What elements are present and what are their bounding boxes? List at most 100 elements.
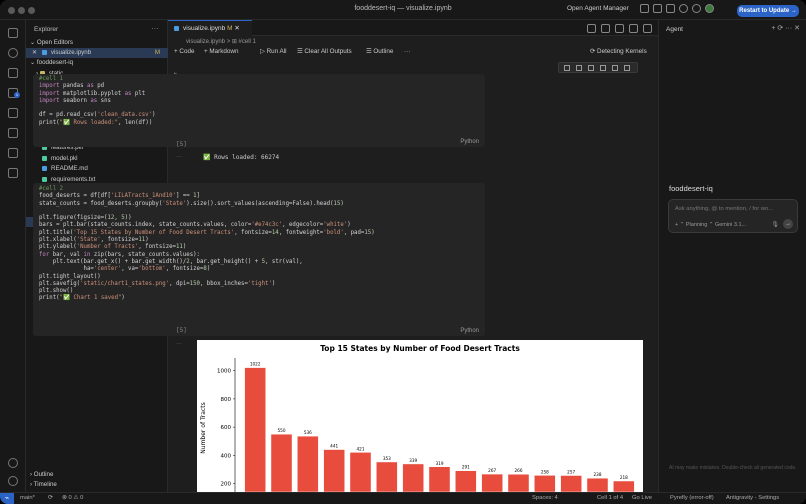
notification-badge: 1 bbox=[14, 92, 20, 98]
bar bbox=[270, 433, 293, 492]
layout-toggles bbox=[640, 4, 714, 13]
agent-disclaimer: AI may make mistakes. Double-check all g… bbox=[669, 465, 797, 471]
account-icon[interactable] bbox=[8, 168, 18, 178]
search-icon[interactable] bbox=[679, 4, 688, 13]
bar-value-label: 550 bbox=[278, 428, 286, 433]
bar bbox=[297, 435, 319, 492]
bar-value-label: 257 bbox=[567, 469, 575, 474]
code-cell-1[interactable]: #cell 1 import pandas as pd import matpl… bbox=[33, 74, 485, 147]
output-more-icon[interactable]: ··· bbox=[176, 341, 182, 347]
run-by-line-icon[interactable] bbox=[564, 65, 570, 71]
toggle-sidebar-icon[interactable] bbox=[640, 4, 649, 13]
forward-arrow-icon[interactable] bbox=[629, 24, 638, 33]
y-tick-label: 200 bbox=[221, 482, 232, 488]
clear-outputs-button[interactable]: ☰ Clear All Outputs bbox=[297, 48, 352, 55]
notebook-toolbar: + Code + Markdown ▷ Run All ☰ Clear All … bbox=[168, 47, 658, 59]
toggle-panel-icon[interactable] bbox=[653, 4, 662, 13]
cell-toolbar bbox=[558, 62, 638, 73]
bar bbox=[349, 452, 372, 492]
more-toolbar-icon[interactable]: ··· bbox=[404, 48, 410, 55]
execution-count: [5] bbox=[176, 327, 187, 334]
bar-value-label: 291 bbox=[462, 465, 470, 470]
manage-gear-icon[interactable] bbox=[8, 476, 18, 486]
restart-to-update-button[interactable]: Restart to Update → bbox=[737, 5, 799, 17]
more-icon[interactable] bbox=[643, 24, 652, 33]
file-tree-item[interactable]: README.md bbox=[26, 164, 168, 174]
file-tree-item[interactable]: model.pkl bbox=[26, 154, 168, 164]
agent-input-box[interactable]: Ask anything, @ to mention, / for wo... … bbox=[668, 199, 798, 233]
agent-actions[interactable]: + ⟳ ··· ✕ bbox=[771, 24, 800, 32]
agent-manager-link[interactable]: Open Agent Manager bbox=[567, 5, 629, 12]
code-editor[interactable]: #cell 2 food_deserts = df[df['LILATracts… bbox=[39, 186, 375, 303]
bar-value-label: 319 bbox=[436, 461, 444, 466]
split-cell-icon[interactable] bbox=[600, 65, 606, 71]
file-icon bbox=[42, 155, 47, 161]
agent-options[interactable]: + ⌃ Planning ⌃ Gemini 3.1... bbox=[675, 222, 746, 228]
bar-value-label: 536 bbox=[304, 430, 312, 435]
send-icon[interactable]: → bbox=[783, 219, 793, 229]
code-cell-2[interactable]: #cell 2 food_deserts = df[df['LILATracts… bbox=[33, 183, 485, 336]
close-tab-icon[interactable]: ✕ bbox=[234, 25, 239, 32]
split-editor-icon[interactable] bbox=[587, 24, 596, 33]
timeline-section[interactable]: › Timeline bbox=[26, 480, 168, 490]
close-icon[interactable]: ✕ bbox=[32, 49, 37, 56]
account-avatar[interactable] bbox=[705, 4, 714, 13]
microphone-icon[interactable]: 🎙 bbox=[771, 221, 779, 228]
agent-workspace-title: fooddesert-iq bbox=[669, 184, 713, 193]
explorer-icon[interactable] bbox=[8, 28, 18, 38]
cell-language[interactable]: Python bbox=[460, 328, 479, 334]
go-live-button[interactable]: Go Live bbox=[632, 495, 652, 501]
activity-bar: 1 bbox=[0, 20, 26, 492]
code-editor[interactable]: #cell 1 import pandas as pd import matpl… bbox=[39, 76, 155, 127]
more-actions-icon[interactable]: ··· bbox=[151, 24, 159, 33]
open-editors-header[interactable]: ⌄ Open Editors bbox=[26, 38, 168, 48]
pyrefly-status[interactable]: Pyrefly (error-off) bbox=[670, 495, 714, 501]
bar-value-label: 353 bbox=[383, 456, 391, 461]
testing-icon[interactable] bbox=[8, 148, 18, 158]
add-markdown-cell-button[interactable]: + Markdown bbox=[204, 48, 238, 55]
bar-value-label: 441 bbox=[330, 444, 338, 449]
sync-icon[interactable]: ⟳ bbox=[48, 495, 53, 501]
agent-input[interactable]: Ask anything, @ to mention, / for wo... bbox=[675, 206, 773, 212]
open-editor-item[interactable]: ✕ visualize.ipynb M bbox=[26, 48, 168, 58]
back-arrow-icon[interactable] bbox=[615, 24, 624, 33]
file-tree-label: requirements.txt bbox=[51, 176, 96, 183]
breadcrumb[interactable]: visualize.ipynb > ⊞ #cell 1 bbox=[186, 38, 256, 45]
indent-indicator[interactable]: Spaces: 4 bbox=[532, 495, 558, 501]
tab-visualize[interactable]: visualize.ipynb M ✕ bbox=[168, 20, 252, 36]
add-code-cell-button[interactable]: + Code bbox=[174, 48, 194, 55]
search-icon[interactable] bbox=[8, 48, 18, 58]
remote-explorer-icon[interactable] bbox=[8, 128, 18, 138]
remote-icon[interactable]: ⌁ bbox=[0, 493, 14, 504]
bar bbox=[481, 473, 503, 492]
variables-icon[interactable] bbox=[601, 24, 610, 33]
toggle-secondary-sidebar-icon[interactable] bbox=[666, 4, 675, 13]
problems-indicator[interactable]: ⊗ 0 ⚠ 0 bbox=[62, 495, 83, 501]
execution-count: [5] bbox=[176, 141, 187, 148]
bar-value-label: 266 bbox=[515, 468, 523, 473]
source-control-icon[interactable] bbox=[8, 68, 18, 78]
accounts-icon[interactable] bbox=[8, 458, 18, 468]
bar-value-label: 238 bbox=[594, 472, 602, 477]
execute-below-icon[interactable] bbox=[588, 65, 594, 71]
more-icon[interactable] bbox=[612, 65, 618, 71]
delete-cell-icon[interactable] bbox=[624, 65, 630, 71]
cell-language[interactable]: Python bbox=[460, 139, 479, 145]
bar bbox=[455, 470, 477, 492]
title-bar: fooddesert-iq — visualize.ipynb Open Age… bbox=[0, 0, 806, 20]
branch-indicator[interactable]: main* bbox=[20, 495, 35, 501]
bar bbox=[376, 461, 398, 492]
settings-gear-icon[interactable] bbox=[692, 4, 701, 13]
bars: 1022 550 536 441 421 353 339 319 291 267 266 258 257… bbox=[244, 362, 635, 492]
settings-status[interactable]: Antigravity - Settings bbox=[726, 495, 779, 501]
extensions-icon[interactable] bbox=[8, 108, 18, 118]
outline-button[interactable]: ☰ Outline bbox=[366, 48, 393, 55]
output-more-icon[interactable]: ··· bbox=[176, 154, 182, 160]
run-all-button[interactable]: ▷ Run All bbox=[260, 48, 287, 55]
cell-indicator[interactable]: Cell 1 of 4 bbox=[597, 495, 623, 501]
editor-actions bbox=[587, 24, 652, 33]
execute-above-icon[interactable] bbox=[576, 65, 582, 71]
project-folder-header[interactable]: ⌄ fooddesert-iq bbox=[26, 58, 168, 68]
kernel-picker[interactable]: ⟳ Detecting Kernels bbox=[590, 48, 647, 55]
outline-section[interactable]: › Outline bbox=[26, 470, 168, 480]
